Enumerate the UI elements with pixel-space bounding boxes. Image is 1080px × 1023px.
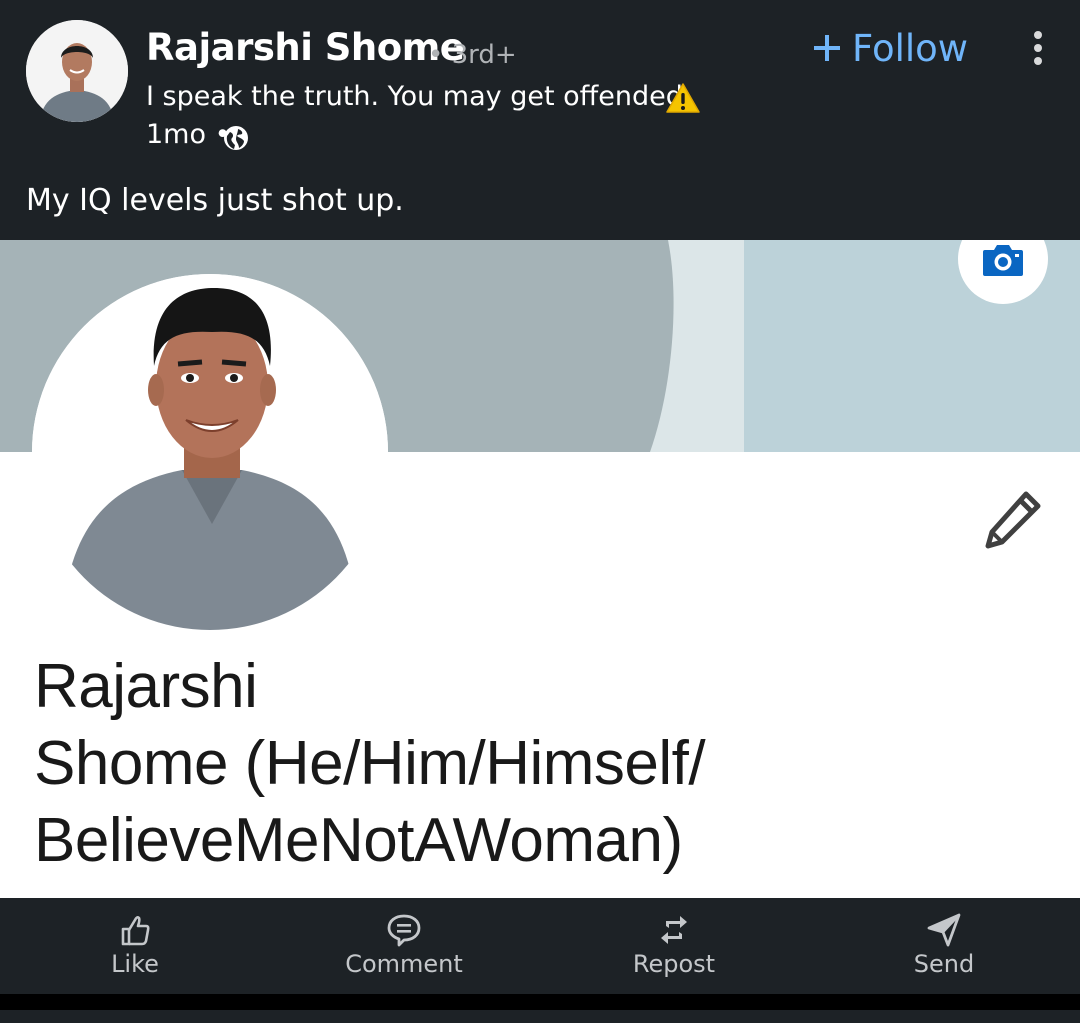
profile-name-line2: Shome (He/Him/Himself/ <box>34 729 706 798</box>
like-label: Like <box>111 950 159 978</box>
more-vertical-icon[interactable] <box>1026 28 1050 68</box>
profile-name: Rajarshi Shome (He/Him/Himself/ BelieveM… <box>34 648 934 879</box>
repost-button[interactable]: Repost <box>574 898 774 994</box>
comment-label: Comment <box>345 950 463 978</box>
globe-icon <box>224 126 248 150</box>
send-icon <box>927 913 961 947</box>
comment-button[interactable]: Comment <box>304 898 504 994</box>
repost-icon <box>661 916 687 944</box>
post-text: My IQ levels just shot up. <box>26 183 404 218</box>
send-label: Send <box>913 950 975 978</box>
camera-icon <box>983 245 1023 276</box>
comment-icon <box>387 914 421 947</box>
like-button[interactable]: Like <box>35 898 235 994</box>
profile-name-line1: Rajarshi <box>34 652 258 721</box>
send-button[interactable]: Send <box>844 898 1044 994</box>
follow-button[interactable]: Follow <box>812 24 968 72</box>
post-image[interactable]: Rajarshi Shome (He/Him/Himself/ BelieveM… <box>0 240 1080 898</box>
follow-label: Follow <box>852 26 969 70</box>
next-post-edge <box>0 1010 1080 1023</box>
profile-photo <box>32 274 388 630</box>
pencil-icon[interactable] <box>982 488 1044 550</box>
author-headline: I speak the truth. You may get offended <box>146 81 683 112</box>
like-icon <box>121 916 150 946</box>
repost-label: Repost <box>632 950 716 978</box>
warning-icon <box>666 83 700 113</box>
plus-icon <box>814 35 840 61</box>
bottom-divider <box>0 994 1080 1010</box>
post-timestamp: 1mo • <box>146 119 231 150</box>
profile-name-line3: BelieveMeNotAWoman) <box>34 806 683 875</box>
author-avatar[interactable] <box>26 20 128 122</box>
connection-degree: • 3rd+ <box>428 40 517 70</box>
author-name[interactable]: Rajarshi Shome <box>146 26 465 69</box>
linkedin-post: Rajarshi Shome • 3rd+ I speak the truth.… <box>0 0 1080 1023</box>
action-bar: Like Comment Repost Send <box>0 898 1080 994</box>
